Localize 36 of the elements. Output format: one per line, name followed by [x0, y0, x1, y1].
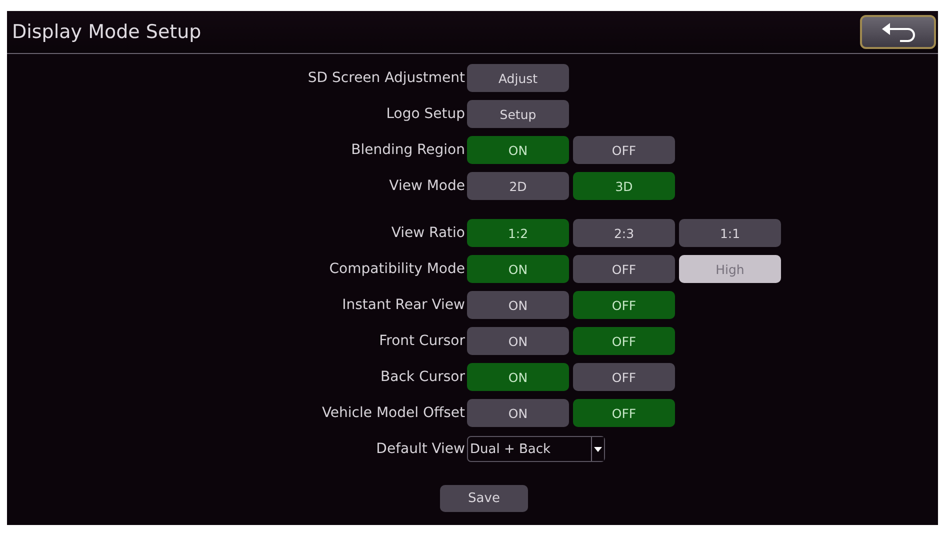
option-button[interactable]: OFF	[573, 255, 675, 283]
option-button[interactable]: ON	[467, 399, 569, 427]
save-button[interactable]: Save	[440, 485, 528, 512]
option-button[interactable]: OFF	[573, 291, 675, 319]
action-button[interactable]: Adjust	[467, 64, 569, 92]
option-button[interactable]: ON	[467, 255, 569, 283]
setting-label: Logo Setup	[385, 106, 466, 122]
page-title: Display Mode Setup	[12, 21, 202, 43]
setting-label: Compatibility Mode	[328, 261, 466, 277]
caret-icon	[594, 446, 602, 452]
dropdown[interactable]: Dual + Back	[467, 436, 605, 462]
option-button[interactable]: 2:3	[573, 219, 675, 247]
action-button[interactable]: Setup	[467, 100, 569, 128]
setting-label: Vehicle Model Offset	[320, 405, 466, 421]
setting-label: SD Screen Adjustment	[306, 70, 466, 86]
back-button[interactable]	[860, 15, 936, 49]
setting-label: View Mode	[388, 178, 466, 194]
setting-label: Default View	[375, 441, 466, 457]
setting-label: Instant Rear View	[341, 297, 466, 313]
setting-label: View Ratio	[390, 225, 466, 241]
option-button[interactable]: 3D	[573, 172, 675, 200]
option-button[interactable]: 1:2	[467, 219, 569, 247]
option-button[interactable]: 1:1	[679, 219, 781, 247]
option-button[interactable]: ON	[467, 291, 569, 319]
setting-label: Blending Region	[350, 142, 466, 158]
option-button[interactable]: ON	[467, 363, 569, 391]
option-button[interactable]: OFF	[573, 136, 675, 164]
option-button[interactable]: 2D	[467, 172, 569, 200]
option-button[interactable]: OFF	[573, 399, 675, 427]
setting-label: Back Cursor	[380, 369, 466, 385]
option-button[interactable]: ON	[467, 327, 569, 355]
option-button[interactable]: OFF	[573, 327, 675, 355]
option-button[interactable]: ON	[467, 136, 569, 164]
back-arrow-icon	[880, 22, 916, 42]
option-button[interactable]: OFF	[573, 363, 675, 391]
setting-label: Front Cursor	[378, 333, 466, 349]
